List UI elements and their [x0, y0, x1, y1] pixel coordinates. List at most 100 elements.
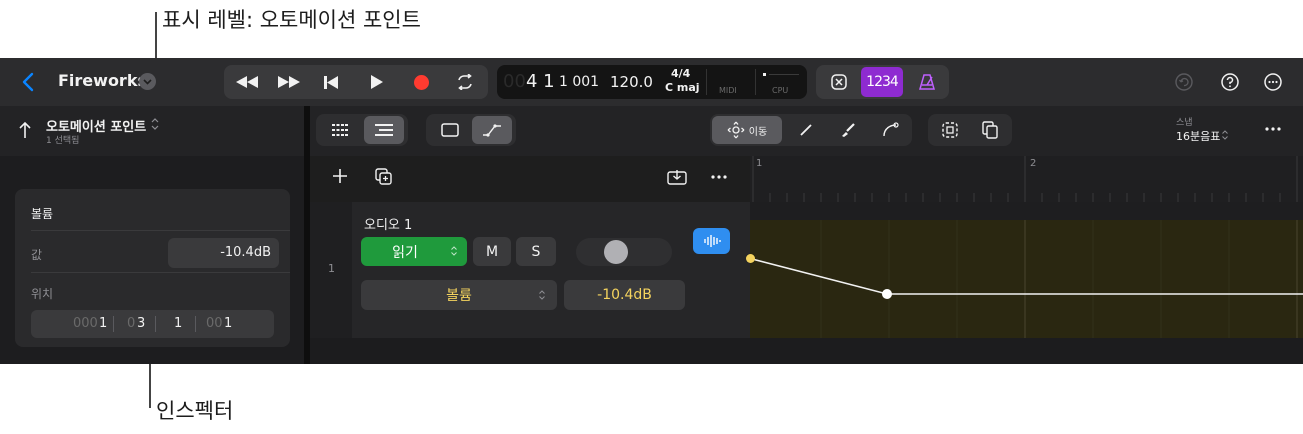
cpu-meter	[763, 73, 799, 76]
volume-knob-track[interactable]	[576, 238, 672, 266]
lcd-midi-divider	[706, 69, 707, 95]
position-beat-dim: 0	[127, 316, 136, 331]
inspector-title-chevron-icon[interactable]	[151, 118, 159, 130]
track-lane[interactable]	[746, 202, 1303, 338]
automation-parameter-label: 볼륨	[446, 288, 472, 304]
fast-forward-button[interactable]	[272, 65, 306, 99]
secondary-bar: 오토메이션 포인트 1 선택됨 이동 스냅 16분음표	[0, 106, 1303, 364]
tracks-view-button[interactable]	[364, 116, 404, 144]
automation-read-mode[interactable]: 읽기	[361, 237, 467, 266]
add-track-icon[interactable]	[332, 168, 348, 184]
lcd-display[interactable]: 00 4 1 1 001 120.0 4/4 C maj MIDI CPU	[497, 65, 807, 99]
inspector-card: 볼륨 값 -10.4dB 위치 000 1 0 3 1 00 1	[15, 189, 290, 347]
position-bar-dim: 000	[73, 316, 98, 331]
grid-view-button[interactable]	[320, 114, 360, 146]
solo-button[interactable]: S	[516, 237, 556, 266]
help-icon[interactable]	[1221, 73, 1239, 91]
read-mode-label: 읽기	[392, 244, 418, 261]
count-in-button[interactable]: 1234	[861, 67, 903, 97]
mute-button[interactable]: M	[473, 237, 511, 266]
more-options-icon[interactable]	[1264, 73, 1282, 91]
lcd-midi-label: MIDI	[719, 86, 737, 95]
track-name[interactable]: 오디오 1	[364, 214, 412, 233]
more-tools-icon[interactable]	[1264, 126, 1282, 132]
clipboard-group	[928, 114, 1012, 146]
metronome-off-button[interactable]	[822, 65, 856, 99]
move-tool-label: 이동	[748, 126, 768, 138]
cycle-button[interactable]	[450, 65, 480, 99]
callout-inspector: 인스펙터	[156, 399, 234, 423]
editor-view-button[interactable]	[430, 114, 470, 146]
count-in-label: 1234	[866, 74, 899, 90]
record-icon	[413, 74, 429, 90]
volume-knob[interactable]	[604, 240, 628, 264]
position-division: 1	[174, 316, 183, 331]
position-bar: 1	[99, 316, 108, 331]
curve-tool-button[interactable]	[870, 114, 910, 146]
ruler: 1 2	[750, 156, 1303, 203]
inspector-position-field[interactable]: 000 1 0 3 1 00 1	[31, 310, 274, 338]
metronome-icon[interactable]	[910, 65, 944, 99]
ruler-ticks	[752, 156, 1298, 202]
automation-view-button[interactable]	[472, 116, 512, 144]
view-group	[316, 114, 408, 146]
undo-icon[interactable]	[1175, 73, 1193, 91]
inspector-panel: 볼륨 값 -10.4dB 위치 000 1 0 3 1 00 1	[0, 156, 304, 364]
duplicate-track-icon[interactable]	[375, 168, 393, 186]
back-icon[interactable]	[18, 70, 38, 94]
automation-point-start[interactable]	[746, 254, 755, 263]
inspector-up-icon[interactable]	[18, 121, 32, 139]
lcd-cpu-divider	[755, 69, 756, 95]
snap-value[interactable]: 16분음표	[1176, 128, 1220, 144]
control-bar: Fireworks 00 4 1 1 001 120.0 4/4 C maj M…	[0, 58, 1303, 106]
paste-button[interactable]	[970, 114, 1010, 146]
automation-point-selected[interactable]	[882, 289, 892, 299]
timeline-area[interactable]: 1 2	[746, 156, 1303, 364]
edit-view-group	[426, 114, 516, 146]
automation-parameter-select[interactable]: 볼륨	[361, 280, 557, 310]
brush-tool-button[interactable]	[828, 114, 868, 146]
import-icon[interactable]	[667, 169, 687, 185]
mode-group: 1234	[816, 65, 949, 99]
automation-value-field[interactable]: -10.4dB	[564, 280, 685, 310]
inspector-divider-1	[31, 230, 290, 231]
transport-group	[224, 65, 488, 99]
record-button[interactable]	[406, 65, 436, 99]
app-window: Fireworks 00 4 1 1 001 120.0 4/4 C maj M…	[0, 58, 1303, 364]
track-row[interactable]: 1 오디오 1 읽기 M S 볼륨 -10.4dB	[310, 202, 750, 338]
tool-group: 이동	[710, 114, 912, 146]
mute-label: M	[485, 243, 499, 260]
position-beat: 3	[137, 316, 146, 331]
inspector-value-label: 값	[31, 248, 43, 262]
select-region-button[interactable]	[930, 114, 970, 146]
lcd-tempo: 120.0	[610, 73, 653, 91]
inspector-value-text: -10.4dB	[220, 245, 271, 260]
rewind-button[interactable]	[230, 65, 264, 99]
callout-line-bottom	[149, 364, 151, 408]
inspector-position-label: 위치	[31, 287, 54, 301]
pencil-tool-button[interactable]	[786, 114, 826, 146]
inspector-subtitle: 1 선택됨	[46, 136, 80, 146]
waveform-button[interactable]	[693, 228, 730, 254]
read-mode-chevron-icon	[451, 246, 457, 256]
project-menu-chevron-icon[interactable]	[139, 73, 156, 90]
inspector-value-field[interactable]: -10.4dB	[168, 238, 279, 268]
lcd-ticks: 1 001	[559, 74, 600, 90]
go-to-start-button[interactable]	[316, 65, 346, 99]
project-title[interactable]: Fireworks	[58, 71, 147, 90]
move-tool-button[interactable]: 이동	[712, 116, 782, 144]
track-header-area: 1 오디오 1 읽기 M S 볼륨 -10.4dB	[310, 156, 750, 364]
lcd-signature: 4/4	[671, 67, 691, 80]
snap-label: 스냅	[1176, 118, 1193, 128]
track-more-icon[interactable]	[711, 175, 727, 179]
waveform-icon	[703, 235, 721, 247]
callout-display-level: 표시 레벨: 오토메이션 포인트	[162, 8, 421, 32]
inspector-divider-2	[31, 272, 290, 273]
position-tick: 1	[224, 316, 233, 331]
play-button[interactable]	[362, 65, 392, 99]
track-list-footer	[310, 338, 750, 364]
snap-chevron-icon[interactable]	[1222, 130, 1228, 140]
timeline-footer	[750, 338, 1303, 364]
position-tick-dim: 00	[206, 316, 223, 331]
inspector-section-title: 볼륨	[31, 207, 54, 221]
